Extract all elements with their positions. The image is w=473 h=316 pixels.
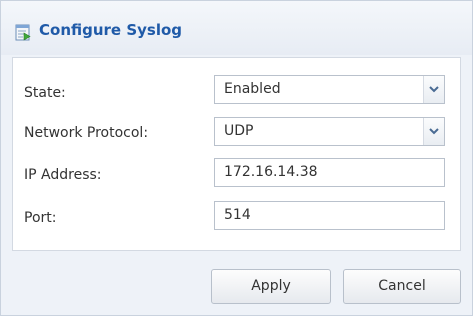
port-label: Port: [24,210,57,226]
dialog-title-bar: Configure Syslog [1,1,472,55]
cancel-button[interactable]: Cancel [343,269,461,304]
state-value: Enabled [224,81,281,97]
port-value: 514 [224,207,251,223]
ip-address-input[interactable]: 172.16.14.38 [214,158,445,187]
network-protocol-select[interactable]: UDP [214,117,445,146]
apply-button[interactable]: Apply [211,269,331,304]
port-input[interactable]: 514 [214,201,445,230]
state-label: State: [24,85,66,101]
dialog-title: Configure Syslog [39,21,183,39]
configure-syslog-dialog: Configure Syslog State: Enabled Network … [0,0,473,316]
network-protocol-value: UDP [224,123,254,139]
syslog-config-icon [15,24,32,41]
ip-address-value: 172.16.14.38 [224,164,318,180]
network-protocol-label: Network Protocol: [24,125,149,141]
chevron-down-icon[interactable] [423,76,444,103]
ip-address-label: IP Address: [24,167,102,183]
chevron-down-icon[interactable] [423,118,444,145]
state-select[interactable]: Enabled [214,75,445,104]
